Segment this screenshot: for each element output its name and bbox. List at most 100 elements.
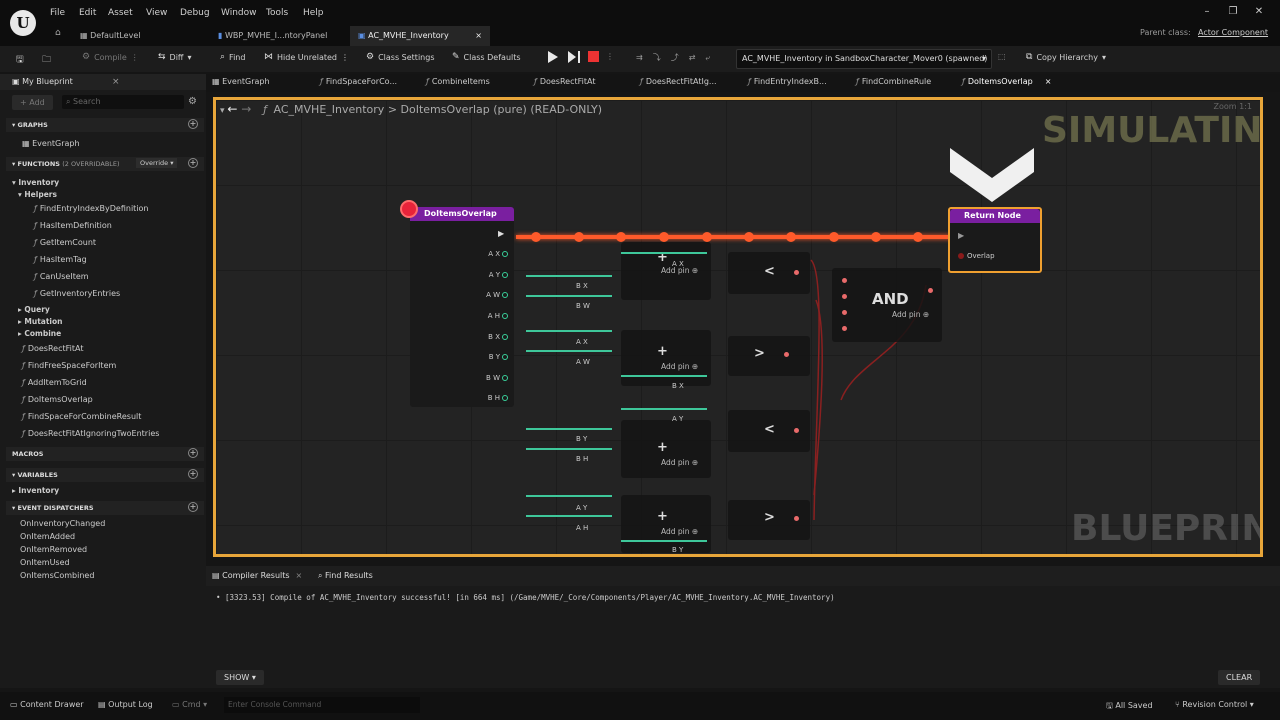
category-inventory[interactable]: ▾ Inventory — [12, 178, 59, 187]
category-mutation[interactable]: ▸ Mutation — [18, 317, 63, 326]
find-button[interactable]: ⌕ Find — [220, 52, 245, 62]
section-functions[interactable]: ▾ FUNCTIONS (2 OVERRIDABLE) Override ▾ + — [6, 157, 204, 171]
graph-canvas[interactable]: ▾ ← → ƒ AC_MVHE_Inventory > DoItemsOverl… — [213, 97, 1263, 557]
item-event-graph[interactable]: ▦ EventGraph — [22, 139, 80, 148]
tab-does-rect-fit-at[interactable]: ƒ DoesRectFitAt — [534, 77, 595, 86]
add-pin-button[interactable]: Add pin ⊕ — [661, 527, 698, 536]
add-macro-icon[interactable]: + — [188, 448, 198, 458]
pin-a-w[interactable]: A W — [486, 291, 508, 299]
add-variable-icon[interactable]: + — [188, 469, 198, 479]
select-icon[interactable]: ⬚ — [998, 52, 1006, 61]
section-macros[interactable]: MACROS + — [6, 447, 204, 461]
tab-event-graph[interactable]: ▦ EventGraph — [212, 77, 270, 86]
function-has-item-definition[interactable]: ƒ HasItemDefinition — [34, 221, 112, 230]
console-input[interactable]: Enter Console Command — [224, 697, 420, 713]
greater-than-node-2[interactable]: > — [728, 500, 810, 540]
add-pin-button[interactable]: Add pin ⊕ — [661, 458, 698, 467]
and-output-pin[interactable] — [928, 288, 933, 293]
tab-wbp-inventory-panel[interactable]: ▮ WBP_MVHE_I...ntoryPanel — [210, 26, 335, 46]
close-window-icon[interactable]: ✕ — [1252, 6, 1266, 20]
and-node[interactable]: AND Add pin ⊕ — [832, 268, 942, 342]
clear-button[interactable]: CLEAR — [1218, 670, 1261, 685]
function-does-rect-fit-ignoring[interactable]: ƒ DoesRectFitAtIgnoringTwoEntries — [22, 429, 159, 438]
add-graph-icon[interactable]: + — [188, 119, 198, 129]
step-next-icon[interactable]: ⇄ — [689, 53, 696, 62]
parent-class-link[interactable]: Actor Component — [1198, 28, 1268, 37]
pin-b-x[interactable]: B X — [488, 333, 508, 341]
dispatcher-on-item-added[interactable]: OnItemAdded — [20, 532, 75, 541]
and-input-pin[interactable] — [842, 310, 847, 315]
compile-button[interactable]: ⚙ Compile ⋮ — [82, 52, 139, 62]
menu-tools[interactable]: Tools — [266, 8, 288, 18]
content-drawer-button[interactable]: ▭ Content Drawer — [10, 700, 84, 709]
debug-object-dropdown[interactable]: AC_MVHE_Inventory in SandboxCharacter_Mo… — [736, 49, 992, 69]
menu-asset[interactable]: Asset — [108, 8, 133, 18]
function-get-inventory-entries[interactable]: ƒ GetInventoryEntries — [34, 289, 120, 298]
section-variables[interactable]: ▾ VARIABLES + — [6, 468, 204, 482]
show-button[interactable]: SHOW ▾ — [216, 670, 264, 685]
return-node[interactable]: Return Node ▶ Overlap — [948, 207, 1042, 273]
dispatcher-on-items-combined[interactable]: OnItemsCombined — [20, 571, 94, 580]
close-tab-icon[interactable]: × — [296, 571, 303, 580]
output-pin[interactable] — [784, 352, 789, 357]
pin-b-h[interactable]: B H — [488, 394, 508, 402]
category-query[interactable]: ▸ Query — [18, 305, 50, 314]
and-input-pin[interactable] — [842, 326, 847, 331]
tab-find-results[interactable]: ⌕ Find Results — [318, 571, 373, 581]
debug-step-icons[interactable]: ⇉ ⤵ ⤴ ⇄ ⤶ — [636, 52, 710, 63]
close-panel-icon[interactable]: × — [112, 77, 120, 87]
section-graphs[interactable]: ▾ GRAPHS + — [6, 118, 204, 132]
hide-unrelated-button[interactable]: ⋈ Hide Unrelated ⋮ — [264, 52, 349, 62]
pin-a-y[interactable]: A Y — [489, 271, 508, 279]
less-than-node-1[interactable]: < — [728, 252, 810, 294]
cmd-dropdown[interactable]: ▭ Cmd ▾ — [172, 700, 207, 709]
function-does-rect-fit-at[interactable]: ƒ DoesRectFitAt — [22, 344, 83, 353]
diff-button[interactable]: ⇆ Diff ▾ — [158, 52, 191, 62]
function-do-items-overlap[interactable]: ƒ DoItemsOverlap — [22, 395, 93, 404]
section-event-dispatchers[interactable]: ▾ EVENT DISPATCHERS + — [6, 501, 204, 515]
category-variables-inventory[interactable]: ▸ Inventory — [12, 486, 59, 495]
add-dispatcher-icon[interactable]: + — [188, 502, 198, 512]
add-pin-button[interactable]: Add pin ⊕ — [661, 362, 698, 371]
menu-edit[interactable]: Edit — [79, 8, 96, 18]
add-function-icon[interactable]: + — [188, 158, 198, 168]
tab-find-entry-index[interactable]: ƒ FindEntryIndexB... — [748, 77, 827, 86]
pin-b-w[interactable]: B W — [486, 374, 508, 382]
tab-compiler-results[interactable]: ▤ Compiler Results × — [212, 571, 302, 580]
revision-control-button[interactable]: ⑂ Revision Control ▾ — [1175, 700, 1254, 709]
step-out-icon[interactable]: ⤴ — [671, 52, 679, 63]
dispatcher-on-item-used[interactable]: OnItemUsed — [20, 558, 70, 567]
greater-than-node-1[interactable]: > — [728, 336, 810, 376]
output-log-button[interactable]: ▤ Output Log — [98, 700, 153, 709]
tab-find-space-for-combine[interactable]: ƒ FindSpaceForCo... — [320, 77, 397, 86]
dispatcher-on-item-removed[interactable]: OnItemRemoved — [20, 545, 87, 554]
tab-does-rect-fit-at-ig[interactable]: ƒ DoesRectFitAtIg... — [640, 77, 717, 86]
function-add-item-to-grid[interactable]: ƒ AddItemToGrid — [22, 378, 87, 387]
output-pin[interactable] — [794, 428, 799, 433]
unreal-logo-icon[interactable]: U — [10, 10, 36, 36]
play-options-icon[interactable]: ⋮ — [606, 52, 614, 61]
search-input[interactable]: ⌕ Search — [62, 95, 184, 109]
pin-a-x[interactable]: A X — [488, 250, 508, 258]
add-node-3[interactable]: + Add pin ⊕ — [621, 420, 711, 478]
copy-hierarchy-button[interactable]: ⧉ Copy Hierarchy ▾ — [1026, 52, 1106, 62]
function-get-item-count[interactable]: ƒ GetItemCount — [34, 238, 96, 247]
add-node-2[interactable]: + Add pin ⊕ — [621, 330, 711, 386]
function-find-entry-index[interactable]: ƒ FindEntryIndexByDefinition — [34, 204, 149, 213]
maximize-icon[interactable]: ❐ — [1226, 6, 1240, 20]
gear-icon[interactable]: ⚙ — [188, 96, 197, 107]
browse-icon[interactable]: 🗀 — [42, 52, 51, 68]
step-over-icon[interactable]: ⇉ — [636, 53, 643, 62]
all-saved-button[interactable]: 🖫 All Saved — [1106, 700, 1153, 714]
function-can-use-item[interactable]: ƒ CanUseItem — [34, 272, 89, 281]
and-add-pin[interactable]: Add pin ⊕ — [892, 310, 929, 319]
less-than-node-2[interactable]: < — [728, 410, 810, 452]
pin-a-h[interactable]: A H — [488, 312, 508, 320]
tab-combine-items[interactable]: ƒ CombineItems — [426, 77, 490, 86]
step-into-icon[interactable]: ⤵ — [653, 52, 661, 63]
menu-window[interactable]: Window — [221, 8, 257, 18]
tab-default-level[interactable]: ▦ DefaultLevel — [72, 26, 148, 46]
close-tab-icon[interactable]: × — [1045, 77, 1052, 86]
home-icon[interactable]: ⌂ — [55, 28, 61, 38]
minimize-icon[interactable]: – — [1200, 6, 1214, 20]
